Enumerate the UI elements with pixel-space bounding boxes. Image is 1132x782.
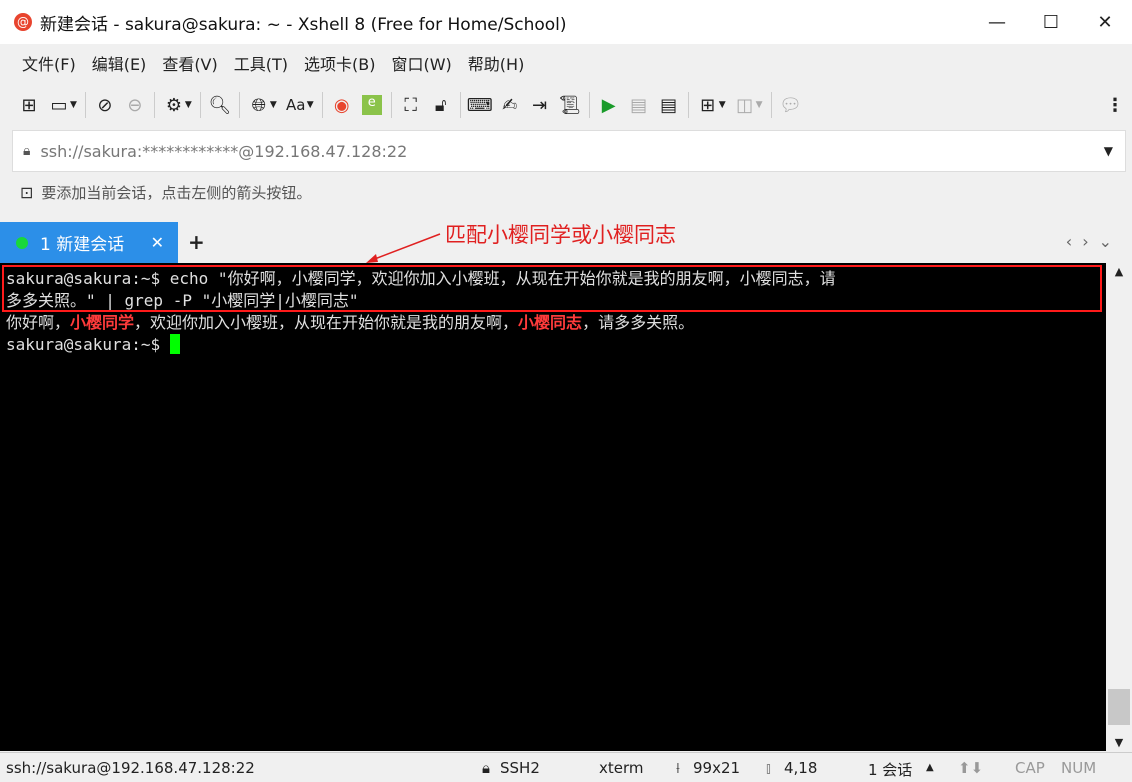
add-session-icon[interactable]: ⊡: [20, 183, 33, 202]
chevron-down-icon[interactable]: ▼: [719, 100, 726, 110]
tab-navigation[interactable]: ‹›⌄: [1066, 232, 1122, 251]
resize-icon: ⟊: [676, 759, 680, 777]
menu-tabs[interactable]: 选项卡(B): [296, 51, 383, 75]
annotation-text: 匹配小樱同学或小樱同志: [445, 223, 676, 247]
title-bar: @ 新建会话 - sakura@sakura: ~ - Xshell 8 (Fr…: [0, 0, 1132, 44]
minimize-button[interactable]: —: [970, 0, 1024, 44]
new-session-icon[interactable]: ⊞: [14, 90, 44, 120]
scroll-down-icon[interactable]: ▼: [1106, 736, 1132, 749]
status-size: 99x21: [693, 759, 741, 777]
chevron-down-icon[interactable]: ▼: [70, 100, 77, 110]
output-text: 你好啊，: [6, 313, 71, 332]
chevron-down-icon[interactable]: ▼: [756, 100, 763, 110]
transfer-icon[interactable]: ⇥: [525, 90, 555, 120]
menu-bar: 文件(F) 编辑(E) 查看(V) 工具(T) 选项卡(B) 窗口(W) 帮助(…: [14, 46, 532, 80]
status-num: NUM: [1061, 759, 1097, 777]
menu-tools[interactable]: 工具(T): [226, 51, 296, 75]
match-highlight: 小樱同志: [518, 313, 583, 332]
disconnect-icon[interactable]: ⊘: [90, 90, 120, 120]
reconnect-icon[interactable]: ⊖: [120, 90, 150, 120]
close-button[interactable]: ✕: [1078, 0, 1132, 44]
lock-icon: 🔒︎: [23, 143, 31, 159]
toolbar: ⊞ ▭ ▼ ⊘ ⊖ ⚙ ▼ 🔍︎ 🌐︎ ▼ Aa ▼ ◉ e ⛶ 🔓︎ ⌨ ✍ ⇥ 📜︎…: [14, 86, 1132, 124]
keyboard-icon[interactable]: ⌨: [465, 90, 495, 120]
prompt: sakura@sakura:~$: [6, 335, 170, 354]
menu-edit[interactable]: 编辑(E): [84, 51, 155, 75]
menu-file[interactable]: 文件(F): [14, 51, 84, 75]
caret-up-icon[interactable]: ▲: [926, 762, 934, 773]
fullscreen-icon[interactable]: ⛶: [396, 90, 426, 120]
terminal[interactable]: sakura@sakura:~$ echo "你好啊，小樱同学，欢迎你加入小樱班…: [0, 263, 1106, 751]
match-highlight: 小樱同学: [70, 313, 135, 332]
more-icon[interactable]: ⋮: [1106, 95, 1124, 116]
search-icon[interactable]: 🔍︎: [205, 90, 235, 120]
tab-label: 1 新建会话: [40, 235, 125, 255]
status-dot-icon: [16, 236, 28, 249]
document-icon[interactable]: ▤: [654, 90, 684, 120]
scroll-thumb[interactable]: [1108, 689, 1130, 725]
command: echo "你好啊，小樱同学，欢迎你加入小樱班，从现在开始你就是我的朋友啊，小樱…: [169, 269, 836, 288]
start-log-icon[interactable]: ▶: [594, 90, 624, 120]
chevron-down-icon[interactable]: ▼: [270, 100, 277, 110]
upload-download-icon: ⬆⬇: [958, 759, 984, 777]
status-cursor: 4,18: [784, 759, 818, 777]
prompt: sakura@sakura:~$: [6, 269, 170, 288]
address-input[interactable]: ssh://sakura:************@192.168.47.128…: [40, 142, 407, 161]
grep-output: 你好啊，小樱同学，欢迎你加入小樱班，从现在开始你就是我的朋友啊，小樱同志，请多多…: [6, 312, 1100, 334]
stop-log-icon[interactable]: ▤: [624, 90, 654, 120]
status-sessions[interactable]: 1 会话: [868, 759, 912, 780]
window-title: 新建会话 - sakura@sakura: ~ - Xshell 8 (Free…: [40, 14, 567, 35]
command-continued: 多多关照。" | grep -P "小樱同学|小樱同志": [6, 291, 359, 310]
tab-new-session[interactable]: 1 新建会话 ✕: [0, 222, 178, 263]
xftp-icon[interactable]: e: [357, 90, 387, 120]
compose-icon[interactable]: ✍: [495, 90, 525, 120]
cursor-pos-icon: ⫾: [766, 759, 771, 777]
xshell-logo-icon: @: [14, 13, 32, 31]
xshell-icon[interactable]: ◉: [327, 90, 357, 120]
close-tab-icon[interactable]: ✕: [151, 233, 164, 252]
output-text: ，欢迎你加入小樱班，从现在开始你就是我的朋友啊，: [134, 313, 519, 332]
chevron-down-icon[interactable]: ▼: [185, 100, 192, 110]
status-protocol: SSH2: [500, 759, 540, 777]
annotation-arrow-icon: [366, 233, 441, 263]
chevron-down-icon[interactable]: ▼: [1104, 144, 1113, 158]
menu-window[interactable]: 窗口(W): [383, 51, 459, 75]
menu-view[interactable]: 查看(V): [154, 51, 225, 75]
menu-help[interactable]: 帮助(H): [460, 51, 533, 75]
lock-icon[interactable]: 🔓︎: [426, 90, 456, 120]
hint-text: 要添加当前会话，点击左侧的箭头按钮。: [41, 184, 312, 202]
output-text: ，请多多关照。: [582, 313, 695, 332]
maximize-button[interactable]: ☐: [1024, 0, 1078, 44]
add-tab-icon[interactable]: +: [188, 230, 205, 254]
status-term: xterm: [599, 759, 644, 777]
status-bar: ssh://sakura@192.168.47.128:22 🔒︎ SSH2 x…: [0, 752, 1132, 782]
session-hint: ⊡ 要添加当前会话，点击左侧的箭头按钮。: [20, 182, 311, 203]
status-cap: CAP: [1015, 759, 1045, 777]
cursor: [169, 334, 180, 354]
scrollbar[interactable]: ▲ ▼: [1106, 263, 1132, 751]
script-icon[interactable]: 📜︎: [555, 90, 585, 120]
lock-icon: 🔒︎: [482, 759, 490, 777]
address-bar[interactable]: 🔒︎ ssh://sakura:************@192.168.47.…: [12, 130, 1126, 172]
chat-icon[interactable]: 💬︎: [776, 90, 806, 120]
chevron-down-icon[interactable]: ▼: [307, 100, 314, 110]
status-connection: ssh://sakura@192.168.47.128:22: [6, 759, 255, 777]
scroll-up-icon[interactable]: ▲: [1106, 265, 1132, 278]
